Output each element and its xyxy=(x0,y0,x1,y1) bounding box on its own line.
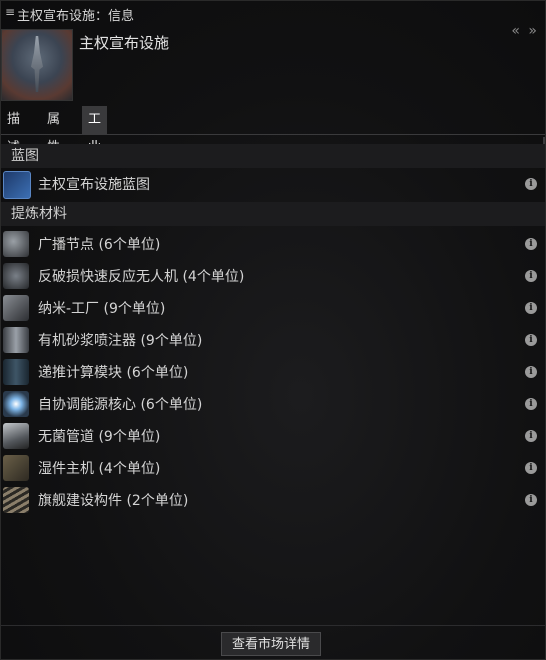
info-icon[interactable]: i xyxy=(525,366,537,378)
window-title: 主权宣布设施：信息 xyxy=(17,9,135,24)
info-icon[interactable]: i xyxy=(525,238,537,250)
footer-divider xyxy=(1,625,545,626)
tab-divider xyxy=(1,134,545,135)
list-item-material[interactable]: 有机砂浆喷注器 (9个单位) i xyxy=(1,324,545,356)
list-item-material[interactable]: 递推计算模块 (6个单位) i xyxy=(1,356,545,388)
info-icon[interactable]: i xyxy=(525,178,537,190)
tab-industry[interactable]: 工业 xyxy=(82,106,108,155)
blueprint-icon xyxy=(3,171,31,199)
info-icon[interactable]: i xyxy=(525,334,537,346)
collapse-expand-icon[interactable]: « » xyxy=(511,23,539,39)
title-bar[interactable]: ≡ 主权宣布设施：信息 xyxy=(1,1,545,25)
view-market-details-button[interactable]: 查看市场详情 xyxy=(221,632,321,656)
list-item-label: 有机砂浆喷注器 (9个单位) xyxy=(38,333,203,349)
list-item-label: 自协调能源核心 (6个单位) xyxy=(38,397,203,413)
hamburger-icon[interactable]: ≡ xyxy=(5,5,15,19)
list-item-label: 湿件主机 (4个单位) xyxy=(38,461,161,477)
list-item-material[interactable]: 旗舰建设构件 (2个单位) i xyxy=(1,484,545,516)
list-item-blueprint[interactable]: 主权宣布设施蓝图 i xyxy=(1,168,545,200)
list-item-label: 主权宣布设施蓝图 xyxy=(38,177,150,193)
list-item-label: 广播节点 (6个单位) xyxy=(38,237,161,253)
info-icon[interactable]: i xyxy=(525,302,537,314)
info-icon[interactable]: i xyxy=(525,430,537,442)
mortar-applicator-icon xyxy=(3,327,29,353)
info-icon[interactable]: i xyxy=(525,462,537,474)
list-item-material[interactable]: 湿件主机 (4个单位) i xyxy=(1,452,545,484)
broadcast-node-icon xyxy=(3,231,29,257)
item-name: 主权宣布设施 xyxy=(79,34,170,52)
list-item-label: 反破损快速反应无人机 (4个单位) xyxy=(38,269,245,285)
info-icon[interactable]: i xyxy=(525,494,537,506)
info-window: ≡ 主权宣布设施：信息 « » 主权宣布设施 描述 属性 工业 蓝图 主权宣布设… xyxy=(0,0,546,660)
info-icon[interactable]: i xyxy=(525,270,537,282)
list-item-material[interactable]: 无菌管道 (9个单位) i xyxy=(1,420,545,452)
list-item-material[interactable]: 纳米-工厂 (9个单位) i xyxy=(1,292,545,324)
computing-module-icon xyxy=(3,359,29,385)
wetware-mainframe-icon xyxy=(3,455,29,481)
list-item-material[interactable]: 反破损快速反应无人机 (4个单位) i xyxy=(1,260,545,292)
section-header-materials: 提炼材料 xyxy=(1,202,545,226)
structure-image xyxy=(31,36,43,92)
nano-factory-icon xyxy=(3,295,29,321)
list-item-label: 递推计算模块 (6个单位) xyxy=(38,365,189,381)
drone-icon xyxy=(3,263,29,289)
info-icon[interactable]: i xyxy=(525,398,537,410)
item-thumbnail xyxy=(1,29,73,101)
conduit-icon xyxy=(3,423,29,449)
list-item-material[interactable]: 自协调能源核心 (6个单位) i xyxy=(1,388,545,420)
tab-description[interactable]: 描述 xyxy=(1,106,26,155)
list-item-label: 旗舰建设构件 (2个单位) xyxy=(38,493,189,509)
list-item-label: 无菌管道 (9个单位) xyxy=(38,429,161,445)
power-core-icon xyxy=(3,391,29,417)
tab-attributes[interactable]: 属性 xyxy=(41,106,66,155)
section-header-blueprint: 蓝图 xyxy=(1,144,545,168)
list-item-material[interactable]: 广播节点 (6个单位) i xyxy=(1,228,545,260)
construction-parts-icon xyxy=(3,487,29,513)
list-item-label: 纳米-工厂 (9个单位) xyxy=(38,301,166,317)
